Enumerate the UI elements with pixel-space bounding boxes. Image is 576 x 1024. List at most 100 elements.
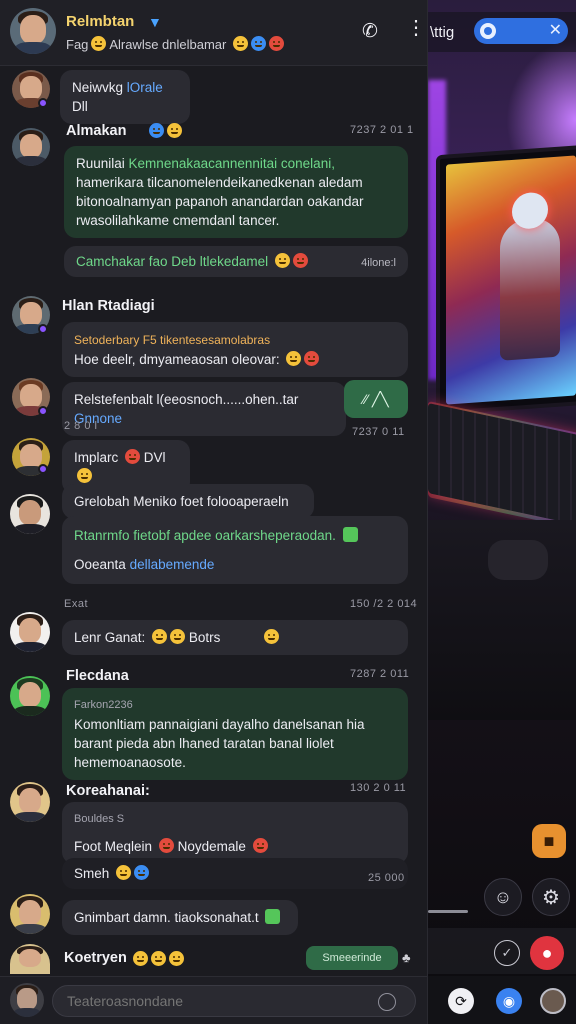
monitor — [436, 144, 576, 416]
message-text: bitonoalnamyan papanoh anandardan oakand… — [76, 194, 364, 209]
timestamp: 4ilone:l — [361, 257, 396, 269]
message-meta: Bouldes S — [74, 813, 125, 825]
chat-panel: Relmbtan ▼ Fag Alrawlse dnlelbamar ✆ ⋮ N… — [0, 0, 428, 1024]
online-indicator — [38, 406, 48, 416]
verified-icon: ▼ — [148, 14, 162, 30]
search-icon — [480, 23, 496, 39]
check-circle-icon[interactable]: ✓ — [494, 940, 520, 966]
emoji-icon[interactable] — [378, 993, 396, 1011]
message-text: Hoe deelr, dmyameaosan oleovar: — [74, 352, 280, 367]
subtitle-part: Alrawlse dnlelbamar — [109, 37, 227, 52]
bottom-right-bar: ⟳ ◉ — [428, 976, 576, 1024]
timestamp: 7287 2 011 — [350, 668, 410, 680]
message-text: barant pieda abn lhaned taratan banal li… — [74, 736, 334, 751]
avatar[interactable] — [10, 8, 56, 54]
message-text: Dll — [72, 99, 88, 114]
game-character — [500, 216, 560, 361]
tag-badge[interactable]: Smeeerinde — [306, 946, 398, 970]
timestamp: 7237 0 11 — [352, 426, 405, 438]
timestamp: 130 2 0 11 — [350, 782, 407, 794]
message-bubble[interactable]: Bouldes S Foot Meqlein Noydemale — [62, 802, 408, 864]
avatar[interactable] — [12, 128, 50, 166]
message-text: rwasolilahkame cmemdanl tancer. — [76, 213, 280, 228]
subtitle-part: Fag — [66, 37, 89, 52]
message-text: Neiwvkg — [72, 80, 124, 95]
sender-name: Hlan Rtadiagi — [62, 298, 155, 314]
message-meta: 2 8 0 l — [64, 420, 98, 432]
gear-icon[interactable]: ⚙ — [532, 878, 570, 916]
avatar[interactable] — [540, 988, 566, 1014]
divider — [428, 910, 468, 913]
message-meta: Exat — [64, 598, 89, 610]
message-text: hamerikara tilcanomelendeikanedkenan ale… — [76, 175, 363, 190]
message-text: Noydemale — [177, 839, 246, 854]
chat-header: Relmbtan ▼ Fag Alrawlse dnlelbamar ✆ ⋮ — [0, 0, 427, 66]
timestamp: 7237 2 01 1 — [350, 124, 414, 136]
message-bubble[interactable]: Rtanrmfo fietobf apdee oarkarsheperaodan… — [62, 516, 408, 584]
sender-name: Koetryen — [64, 950, 127, 966]
message-text: hememoanaosote. — [74, 755, 186, 770]
online-indicator — [38, 98, 48, 108]
clover-icon: ♣ — [402, 950, 411, 965]
message-text: Rtanrmfo fietobf apdee oarkarsheperaodan… — [74, 528, 336, 543]
message-bubble[interactable]: Grelobah Meniko foet folooaperaeln — [62, 484, 314, 519]
composer — [0, 976, 427, 1024]
avatar[interactable] — [10, 612, 50, 652]
message-input[interactable] — [52, 985, 416, 1017]
share-icon[interactable]: ⟳ — [448, 988, 474, 1014]
chat-bubble-icon[interactable]: ■ — [532, 824, 566, 858]
person-icon[interactable]: ☺ — [484, 878, 522, 916]
monitor-screen — [446, 155, 576, 405]
message-text: Ruunilai — [76, 156, 125, 171]
sender-name: Almakan — [66, 123, 127, 139]
right-tab-label: \ttig — [430, 23, 455, 41]
message-text: Camchakar fao Deb ltlekedamel — [76, 254, 269, 269]
reaction-label: ⁄⁄ ╱╲ — [363, 390, 389, 407]
message-text: Smeh — [74, 866, 110, 881]
more-vertical-icon[interactable]: ⋮ — [406, 18, 426, 38]
record-icon[interactable]: ● — [530, 936, 564, 970]
message-link[interactable]: lOrale — [127, 80, 163, 95]
message-text: DVl — [143, 450, 166, 465]
timestamp: 25 000 — [368, 872, 405, 884]
chat-subtitle: Fag Alrawlse dnlelbamar — [66, 36, 284, 52]
message-bubble[interactable]: Smeh 25 000 — [62, 858, 408, 889]
gamepad — [488, 540, 548, 580]
sender-name: Flecdana — [66, 668, 129, 684]
message-bubble[interactable]: Setoderbary F5 tikentesesamolabras Hoe d… — [62, 322, 408, 377]
close-icon[interactable]: ✕ — [549, 23, 562, 39]
avatar[interactable] — [10, 494, 50, 534]
message-text: Foot Meqlein — [74, 839, 153, 854]
globe-icon[interactable]: ◉ — [496, 988, 522, 1014]
message-text: Lenr Ganat: — [74, 630, 146, 645]
reaction-button[interactable]: ⁄⁄ ╱╲ — [344, 380, 408, 418]
message-text: Botrs — [188, 630, 221, 645]
message-text: Grelobah Meniko foet folooaperaeln — [74, 494, 289, 509]
avatar[interactable] — [10, 676, 50, 716]
avatar[interactable] — [10, 944, 50, 974]
chat-title: Relmbtan — [66, 13, 135, 30]
avatar[interactable] — [10, 782, 50, 822]
background-scene — [428, 0, 576, 1024]
message-text: Gnimbart damn. tiaoksonahat.t — [74, 910, 259, 925]
message-bubble[interactable]: Farkon2236 Komonltiam pannaigiani dayalh… — [62, 688, 408, 780]
avatar[interactable] — [10, 894, 50, 934]
avatar[interactable] — [10, 983, 44, 1017]
message-bubble[interactable]: Gnimbart damn. tiaoksonahat.t — [62, 900, 298, 935]
message-link[interactable]: dellabemende — [130, 557, 215, 572]
message-bubble[interactable]: Lenr Ganat: Botrs — [62, 620, 408, 655]
message-text: Relstefenbalt l(eeosnoch......ohen..tar — [74, 392, 299, 407]
online-indicator — [38, 464, 48, 474]
message-bubble[interactable]: Camchakar fao Deb ltlekedamel 4ilone:l — [64, 246, 408, 277]
message-bubble[interactable]: Ruunilai Kemnenakaacannennitai conelani,… — [64, 146, 408, 238]
message-text: Ooeanta — [74, 557, 126, 572]
phone-icon[interactable]: ✆ — [362, 20, 378, 43]
message-meta: Farkon2236 — [74, 699, 133, 711]
online-indicator — [38, 324, 48, 334]
message-text: Kemnenakaacannennitai conelani, — [128, 156, 335, 171]
search-pill[interactable]: ✕ — [474, 18, 568, 44]
message-bubble[interactable]: Neiwvkg lOrale Dll — [60, 70, 190, 124]
tag-label: Smeeerinde — [322, 952, 382, 964]
sender-name: Koreahanai: — [66, 783, 150, 799]
message-bubble[interactable]: Relstefenbalt l(eeosnoch......ohen..tar … — [62, 382, 346, 436]
